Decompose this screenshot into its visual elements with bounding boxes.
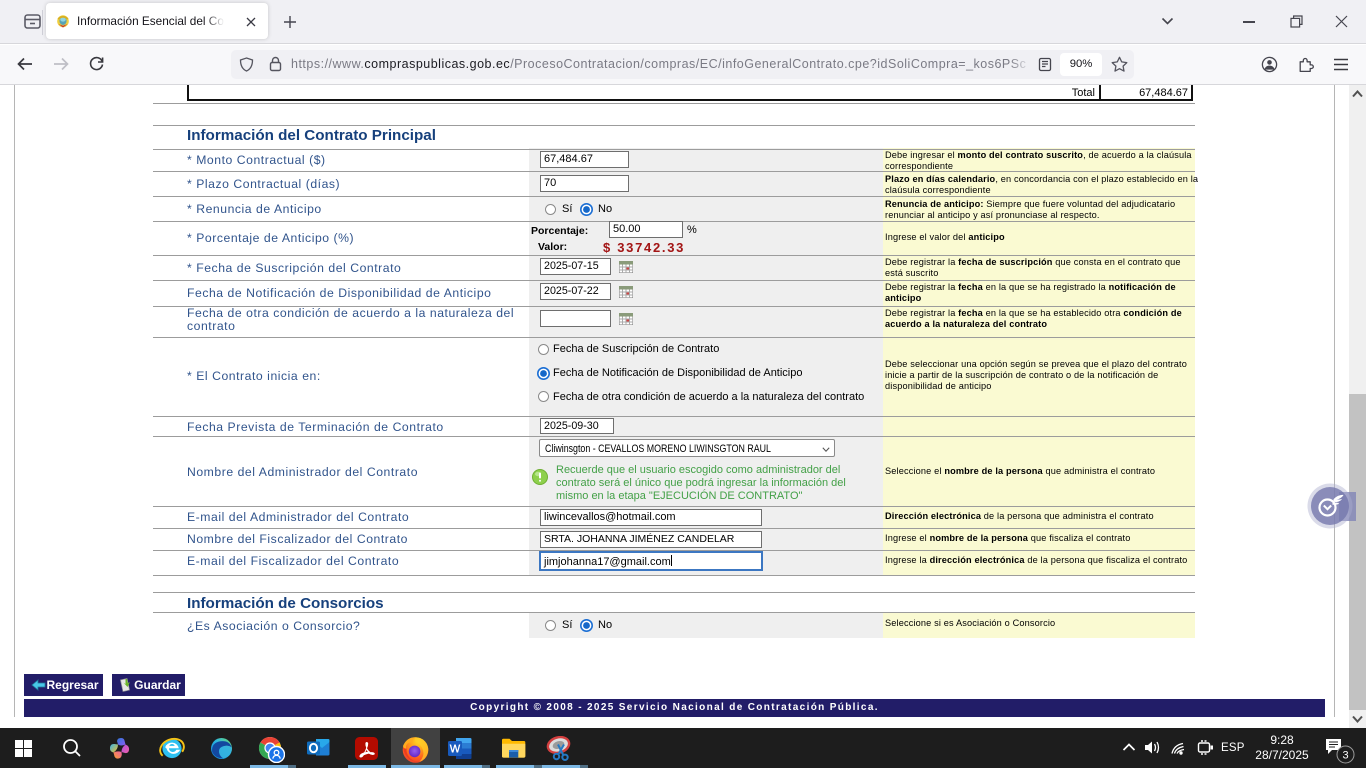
svg-text:3: 3 bbox=[1342, 750, 1348, 762]
